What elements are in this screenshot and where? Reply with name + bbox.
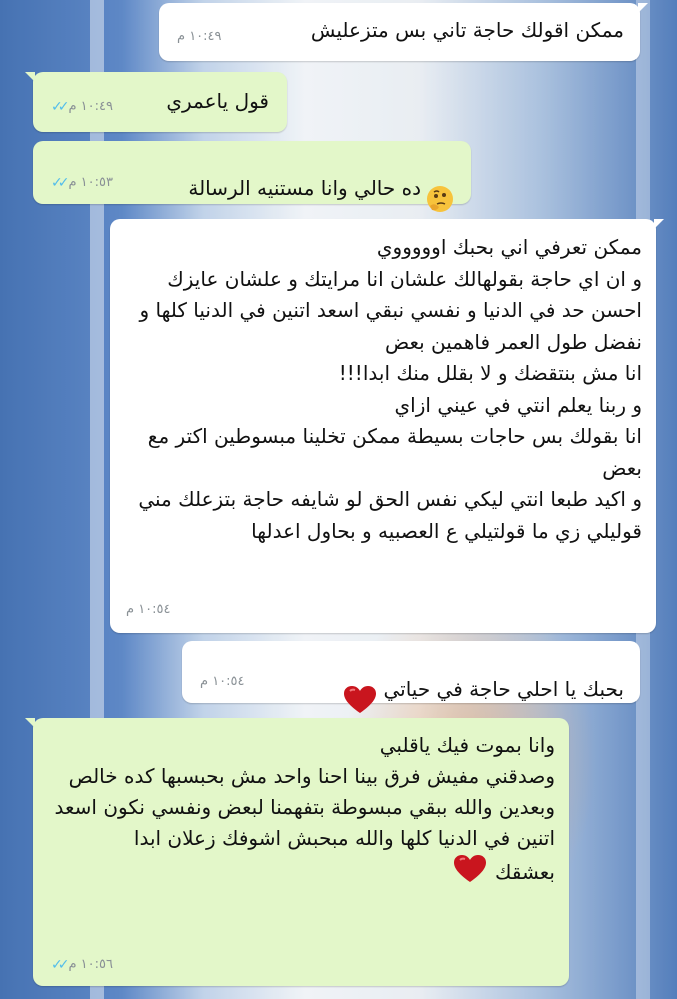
message-content: بحبك يا احلي حاجة في حياتي	[302, 656, 624, 722]
message-time: ١٠:٥٣ م	[68, 175, 113, 190]
message-bubble-incoming[interactable]: ممكن تعرفي اني بحبك اوووووي و ان اي حاجة…	[110, 219, 664, 633]
red-heart-icon	[343, 656, 377, 722]
message-text: ده حالي وانا مستنيه الرسالة	[188, 175, 421, 200]
message-bubble-outgoing[interactable]: قول ياعمري ١٠:٤٩ م ✓✓	[25, 72, 287, 132]
message-bubble-outgoing[interactable]: وانا بموت فيك ياقلبي وصدقني مفيش فرق بين…	[25, 718, 569, 986]
read-receipt-icon: ✓✓	[51, 175, 70, 191]
red-heart-icon	[453, 854, 487, 893]
message-bubble-incoming[interactable]: ممكن اقولك حاجة تاني بس متزعليش ١٠:٤٩ م	[159, 3, 648, 61]
message-meta: ١٠:٤٩ م	[177, 30, 222, 44]
message-meta: ١٠:٥٦ م ✓✓	[47, 957, 113, 973]
message-meta: ١٠:٤٩ م ✓✓	[47, 99, 113, 115]
message-time: ١٠:٥٤ م	[200, 674, 245, 689]
chat-thread[interactable]: ممكن اقولك حاجة تاني بس متزعليش ١٠:٤٩ م …	[0, 0, 677, 999]
message-content: ده حالي وانا مستنيه الرسالة	[153, 155, 455, 221]
message-time: ١٠:٥٦ م	[68, 957, 113, 972]
message-meta: ١٠:٥٤ م	[126, 603, 171, 617]
message-time: ١٠:٤٩ م	[177, 29, 222, 44]
read-receipt-icon: ✓✓	[51, 957, 70, 973]
thinking-face-icon	[425, 155, 455, 221]
message-bubble-incoming[interactable]: بحبك يا احلي حاجة في حياتي ١٠:٥٤ م	[182, 641, 640, 713]
message-text: بحبك يا احلي حاجة في حياتي	[383, 676, 624, 701]
read-receipt-icon: ✓✓	[51, 99, 70, 115]
message-meta: ١٠:٥٤ م	[200, 675, 245, 689]
message-time: ١٠:٤٩ م	[68, 99, 113, 114]
message-text: ممكن اقولك حاجة تاني بس متزعليش	[310, 18, 624, 42]
message-meta: ١٠:٥٣ م ✓✓	[47, 175, 113, 191]
message-time: ١٠:٥٤ م	[126, 602, 171, 617]
message-text: قول ياعمري	[166, 89, 269, 113]
message-text: ممكن تعرفي اني بحبك اوووووي و ان اي حاجة…	[138, 235, 642, 543]
message-bubble-outgoing[interactable]: ده حالي وانا مستنيه الرسالة ١٠:٥٣ م ✓✓	[33, 141, 471, 212]
